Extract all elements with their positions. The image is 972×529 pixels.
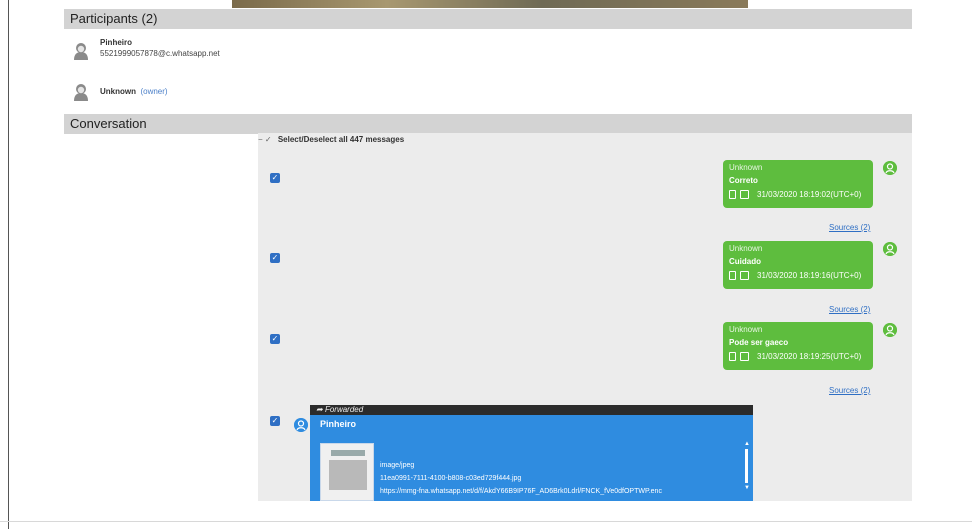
forwarded-header: ➦ Forwarded — [310, 405, 753, 415]
sources-link[interactable]: Sources (2) — [829, 223, 870, 232]
message-timestamp: 31/03/2020 18:19:25(UTC+0) — [757, 352, 862, 361]
message-checkbox[interactable]: ✓ — [270, 173, 280, 183]
participants-section-header: Participants (2) — [64, 9, 912, 29]
scroll-down-icon[interactable]: ▼ — [744, 485, 750, 491]
message-sender: Unknown — [729, 244, 763, 253]
select-controls-icon[interactable]: − ✓ — [258, 135, 272, 144]
forwarded-sender: Pinheiro — [320, 419, 357, 429]
document-icon — [729, 271, 736, 280]
select-all-label[interactable]: Select/Deselect all 447 messages — [278, 135, 404, 144]
left-border — [8, 0, 9, 529]
participant-item: Unknown (owner) — [70, 79, 168, 103]
message-timestamp: 31/03/2020 18:19:16(UTC+0) — [757, 271, 862, 280]
user-circle-icon — [883, 323, 897, 337]
calendar-icon — [740, 352, 749, 361]
participant-id: 5521999057878@c.whatsapp.net — [100, 49, 220, 58]
message-checkbox[interactable]: ✓ — [270, 334, 280, 344]
thumbnail-detail — [329, 460, 367, 490]
attachment-url[interactable]: https://mmg-fna.whatsapp.net/d/f/AkdY66B… — [380, 485, 662, 498]
document-icon — [729, 190, 736, 199]
user-circle-icon — [883, 242, 897, 256]
user-circle-icon — [294, 418, 308, 432]
message-text: Pode ser gaeco — [729, 338, 789, 347]
attachment-mime: image/jpeg — [380, 462, 415, 469]
message-bubble: Unknown Pode ser gaeco 31/03/2020 18:19:… — [723, 322, 873, 370]
message-checkbox[interactable]: ✓ — [270, 416, 280, 426]
top-image-strip — [232, 0, 748, 8]
image-thumbnail[interactable] — [320, 443, 374, 501]
person-silhouette-icon — [70, 40, 92, 62]
forwarded-bubble: Pinheiro image/jpeg 11ea0991-7111-4100-b… — [310, 415, 753, 501]
attachment-info: image/jpeg 11ea0991-7111-4100-b808-c03ed… — [380, 459, 662, 498]
forward-arrow-icon: ➦ — [316, 405, 325, 414]
message-text: Cuidado — [729, 257, 761, 266]
message-timestamp: 31/03/2020 18:19:02(UTC+0) — [757, 190, 862, 199]
sources-link[interactable]: Sources (2) — [829, 305, 870, 314]
attachment-filename: 11ea0991-7111-4100-b808-c03ed729f444.jpg — [380, 475, 522, 482]
sources-link[interactable]: Sources (2) — [829, 386, 870, 395]
message-bubble: Unknown Correto 31/03/2020 18:19:02(UTC+… — [723, 160, 873, 208]
thumbnail-detail — [331, 450, 365, 456]
participant-name: Pinheiro — [100, 38, 133, 47]
scroll-up-icon[interactable]: ▲ — [744, 441, 750, 447]
bottom-divider — [0, 521, 972, 522]
message-bubble: Unknown Cuidado 31/03/2020 18:19:16(UTC+… — [723, 241, 873, 289]
document-icon — [729, 352, 736, 361]
person-silhouette-icon — [70, 81, 92, 103]
calendar-icon — [740, 190, 749, 199]
scrollbar-thumb[interactable] — [745, 449, 748, 483]
message-checkbox[interactable]: ✓ — [270, 253, 280, 263]
owner-label: (owner) — [140, 87, 168, 96]
forwarded-label: Forwarded — [324, 405, 364, 414]
calendar-icon — [740, 271, 749, 280]
conversation-section-header: Conversation — [64, 114, 912, 134]
message-sender: Unknown — [729, 163, 763, 172]
user-circle-icon — [883, 161, 897, 175]
attachment-scrollbar[interactable]: ▲ ▼ — [744, 441, 750, 503]
forwarded-message: ➦ Forwarded Pinheiro image/jpeg 11ea0991… — [310, 405, 753, 501]
message-sender: Unknown — [729, 325, 763, 334]
message-text: Correto — [729, 176, 758, 185]
participant-name: Unknown — [100, 87, 136, 96]
select-all-toggle[interactable]: − ✓ Select/Deselect all 447 messages — [258, 135, 404, 144]
participant-item: Pinheiro 5521999057878@c.whatsapp.net — [70, 38, 220, 62]
